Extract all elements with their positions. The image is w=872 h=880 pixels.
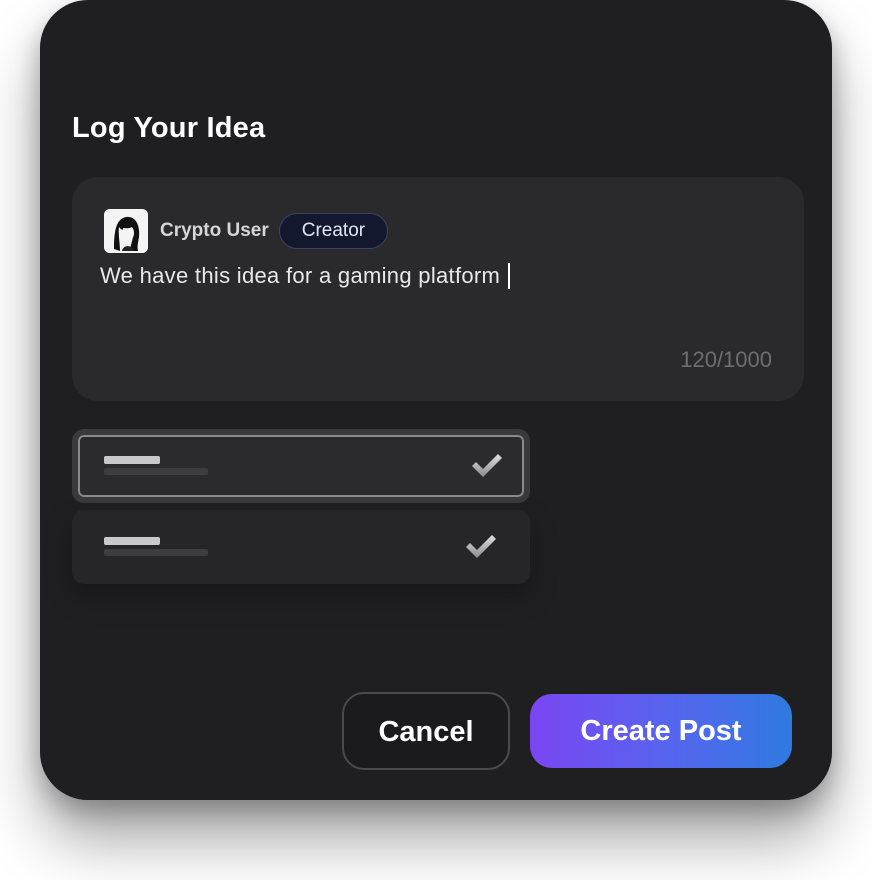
avatar bbox=[104, 209, 148, 253]
option-subtitle-placeholder bbox=[104, 468, 208, 475]
option-subtitle-placeholder bbox=[104, 549, 208, 556]
check-icon bbox=[466, 535, 496, 558]
author-name: Crypto User bbox=[160, 220, 269, 241]
author-row: Crypto User Creator bbox=[104, 209, 389, 253]
role-badge: Creator bbox=[278, 213, 389, 249]
character-counter: 120/1000 bbox=[680, 347, 772, 372]
check-icon bbox=[472, 454, 502, 477]
log-idea-modal: Log Your Idea Crypto User Creator We hav… bbox=[40, 0, 832, 800]
modal-title: Log Your Idea bbox=[72, 112, 266, 144]
text-caret bbox=[508, 263, 511, 289]
idea-text-value: We have this idea for a gaming platform bbox=[100, 263, 501, 288]
cancel-button[interactable]: Cancel bbox=[342, 692, 510, 770]
idea-composer[interactable]: Crypto User Creator We have this idea fo… bbox=[72, 177, 804, 401]
user-avatar-icon bbox=[104, 209, 148, 253]
idea-text-input[interactable]: We have this idea for a gaming platform bbox=[100, 263, 511, 289]
option-title-placeholder bbox=[104, 537, 160, 545]
create-post-button[interactable]: Create Post bbox=[530, 694, 792, 768]
option-title-placeholder bbox=[104, 456, 160, 464]
option-item-1[interactable] bbox=[72, 429, 530, 503]
option-item-2[interactable] bbox=[72, 510, 530, 584]
